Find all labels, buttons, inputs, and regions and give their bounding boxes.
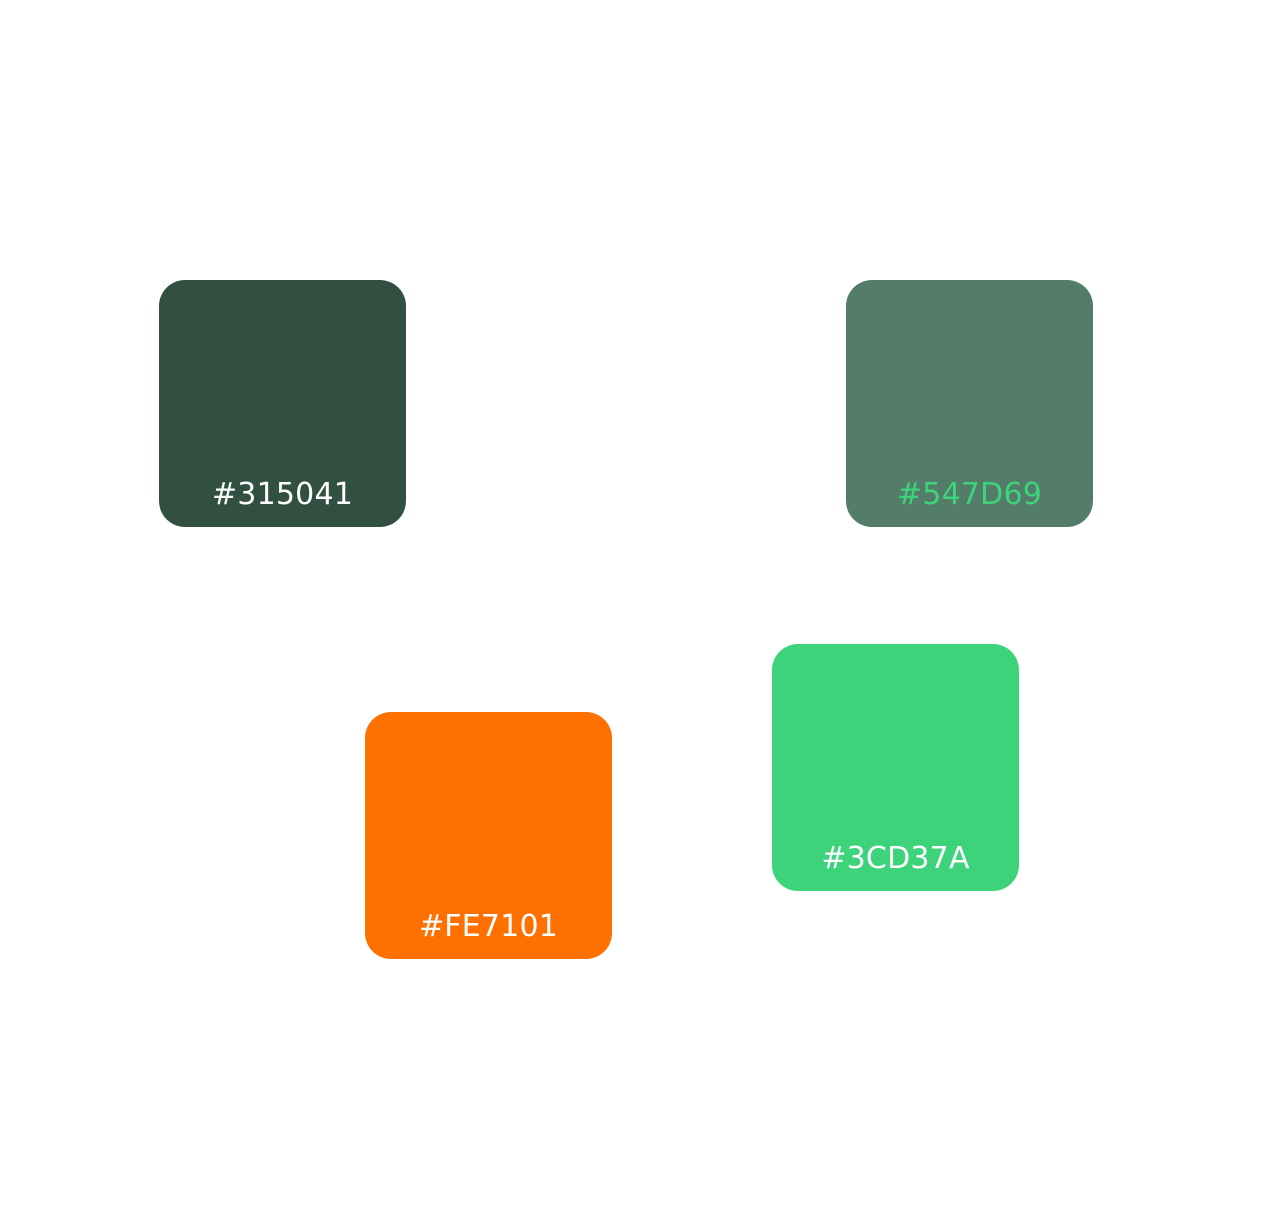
swatch-orange: #FE7101: [365, 712, 612, 959]
swatch-dark-green: #315041: [159, 280, 406, 527]
swatch-hex-label: #FE7101: [418, 909, 559, 944]
swatch-hex-label: #315041: [211, 477, 354, 512]
swatch-bright-green: #3CD37A: [772, 644, 1019, 891]
swatch-hex-label: #3CD37A: [821, 841, 970, 876]
swatch-sage-green: #547D69: [846, 280, 1093, 527]
palette-canvas: #315041 #547D69 #FE7101 #3CD37A: [0, 0, 1280, 1230]
swatch-hex-label: #547D69: [896, 477, 1043, 512]
